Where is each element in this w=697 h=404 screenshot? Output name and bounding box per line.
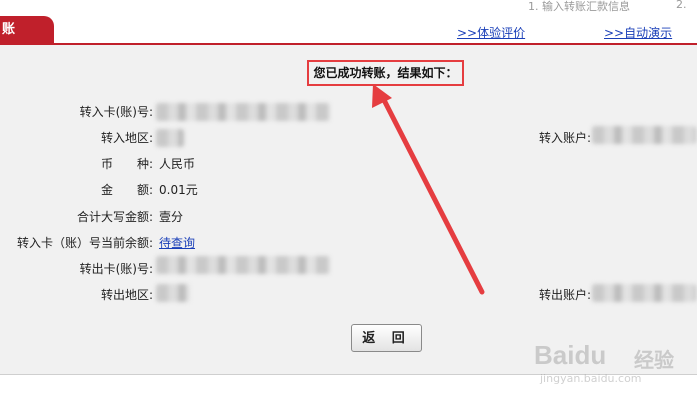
baidu-watermark: Baidu 经验 jingyan.baidu.com (534, 340, 694, 388)
watermark-url: jingyan.baidu.com (540, 372, 642, 385)
watermark-brand: Baidu (534, 340, 607, 370)
watermark-brand-cn: 经验 (634, 348, 674, 372)
back-button[interactable]: 返 回 (351, 324, 422, 352)
